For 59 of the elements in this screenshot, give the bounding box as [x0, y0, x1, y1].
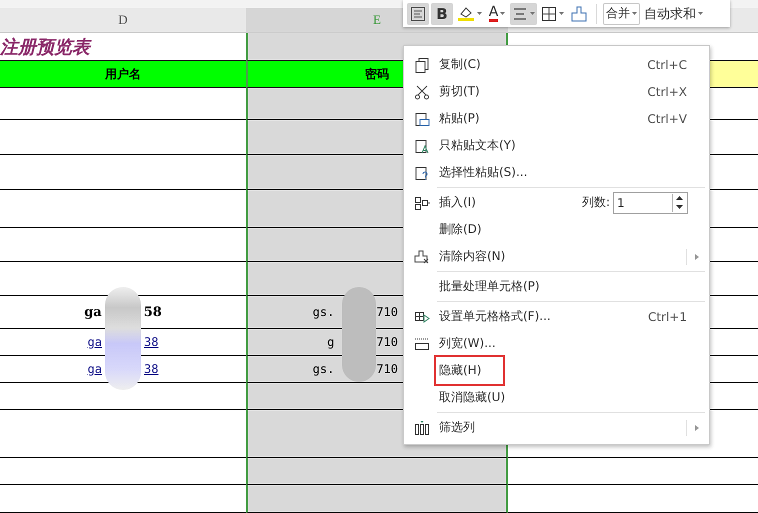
sheet-title: 注册预览表 [0, 36, 93, 60]
table-cell-text: 710 [376, 335, 398, 349]
menu-item[interactable]: 列宽(W)... [436, 333, 499, 354]
table-cell-text: gs. [312, 305, 334, 319]
column-header[interactable]: D [0, 8, 246, 33]
column-heading: 用户名 [0, 60, 246, 88]
menu-item[interactable]: 选择性粘贴(S)... [436, 162, 530, 183]
clipboard-icon [414, 110, 430, 126]
cell-link[interactable]: ga [88, 335, 102, 349]
table-cell-text: 710 [376, 305, 398, 319]
menu-item[interactable]: 批量处理单元格(P) [436, 276, 543, 297]
wrap-text-button[interactable] [407, 2, 429, 24]
caret-icon [500, 12, 506, 15]
grid-icon [541, 6, 557, 22]
insert-column-icon [414, 194, 430, 210]
font-color-button[interactable]: A [486, 2, 508, 24]
shortcut-text: Ctrl+X [647, 84, 687, 98]
clipboard-question-icon [414, 164, 430, 180]
cell-link[interactable]: 38 [144, 362, 158, 376]
menu-item[interactable]: 取消隐藏(U) [436, 387, 508, 408]
shortcut-text: Ctrl+1 [648, 310, 687, 324]
caret-icon [698, 12, 703, 15]
caret-icon [477, 12, 482, 15]
table-cell-text: g [327, 335, 334, 349]
menu-item[interactable]: 清除内容(N) [436, 246, 508, 267]
menu-item[interactable]: 插入(I) [436, 192, 479, 213]
wrap-text-icon [410, 6, 426, 22]
scissors-icon [414, 84, 430, 100]
table-cell-text: 710 [376, 362, 398, 376]
align-icon [512, 6, 528, 22]
table-cell-text: 58 [144, 304, 162, 320]
bold-button[interactable]: B [431, 2, 453, 24]
brush-icon [570, 6, 588, 22]
caret-icon [530, 12, 535, 15]
table-cell-text: gs. [312, 362, 334, 376]
cell-link[interactable]: ga [88, 362, 102, 376]
menu-item[interactable]: 删除(D) [436, 219, 485, 240]
merge-button[interactable]: 合并 [603, 2, 640, 24]
menu-item[interactable]: 隐藏(H) [436, 357, 504, 384]
column-count-spinner[interactable]: 1 [613, 192, 688, 214]
menu-item[interactable]: 筛选列 [436, 417, 478, 438]
table-cell-text: ga [84, 304, 102, 320]
shortcut-text: Ctrl+C [647, 58, 687, 72]
eraser-icon [414, 248, 430, 264]
align-button[interactable] [510, 2, 537, 24]
menu-item[interactable]: 设置单元格格式(F)... [436, 306, 554, 327]
column-width-icon [414, 336, 430, 352]
cell-link[interactable]: 38 [144, 335, 158, 349]
filter-columns-icon [414, 420, 430, 436]
menu-item[interactable]: 只粘贴文本(Y) [436, 135, 519, 156]
shortcut-text: Ctrl+V [647, 112, 687, 126]
caret-icon [559, 12, 564, 15]
paint-bucket-icon [457, 6, 475, 22]
copy-icon [414, 56, 430, 72]
autosum-button[interactable]: 自动求和 [642, 2, 705, 24]
menu-item[interactable]: 粘贴(P) [436, 108, 483, 129]
caret-icon [632, 12, 637, 15]
clipboard-text-icon [414, 138, 430, 154]
column-count-label: 列数: [582, 194, 610, 211]
